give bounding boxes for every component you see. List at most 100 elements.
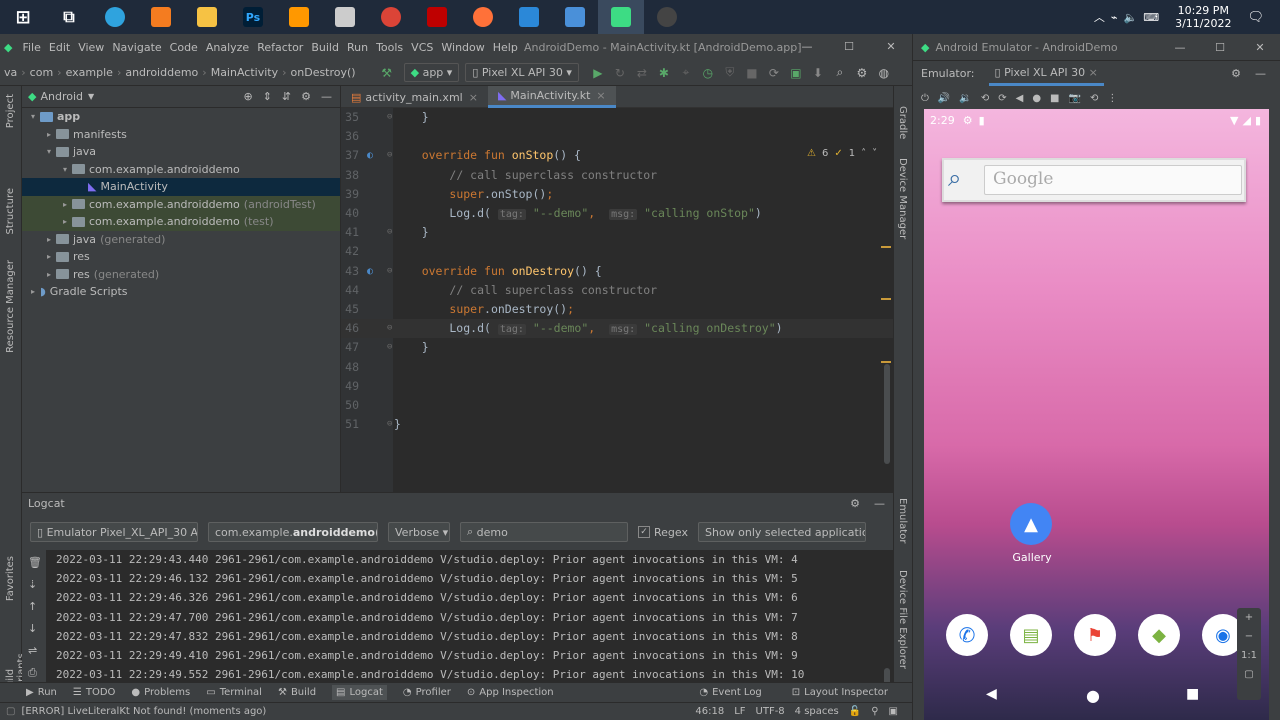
- print-icon[interactable]: ⎙: [28, 666, 37, 680]
- stop-icon[interactable]: ■: [741, 66, 763, 80]
- menu-code[interactable]: Code: [166, 41, 202, 54]
- resource-manager-tool-tab[interactable]: Resource Manager: [5, 260, 16, 353]
- tab-main-activity-kt[interactable]: ◣ MainActivity.kt ×: [487, 86, 616, 108]
- log-line[interactable]: 2022-03-11 22:29:49.410 2961-2961/com.ex…: [56, 646, 798, 665]
- device-select[interactable]: ▯ Pixel XL API 30 ▾: [465, 63, 579, 82]
- indent-setting[interactable]: 4 spaces: [795, 706, 839, 717]
- code-line[interactable]: 43 override fun onDestroy() {◐ ⊖: [341, 262, 893, 281]
- collapse-all-icon[interactable]: ⇵: [282, 90, 291, 103]
- photos-icon[interactable]: [552, 0, 598, 34]
- menu-navigate[interactable]: Navigate: [108, 41, 165, 54]
- maximize-button[interactable]: ☐: [1200, 41, 1240, 54]
- tab-pixel-xl[interactable]: ▯ Pixel XL API 30 ×: [988, 62, 1104, 86]
- close-tab-icon[interactable]: ×: [1089, 66, 1098, 79]
- hide-icon[interactable]: —: [874, 497, 885, 510]
- zoom-actual-label[interactable]: 1:1: [1241, 650, 1257, 661]
- log-level-dropdown[interactable]: Verbose ▾: [388, 522, 450, 542]
- breadcrumb-item[interactable]: onDestroy(): [287, 66, 360, 79]
- expand-all-icon[interactable]: ⇕: [263, 90, 272, 103]
- tool-run[interactable]: ▶ Run: [26, 685, 57, 700]
- project-tree-item[interactable]: ▸ com.example.androiddemo (test): [22, 213, 340, 231]
- warning-marker[interactable]: [881, 361, 891, 363]
- memory-icon[interactable]: ▣: [889, 706, 898, 717]
- gallery-icon[interactable]: ▲: [1010, 503, 1052, 545]
- apply-changes-icon[interactable]: ⇄: [631, 66, 653, 80]
- volume-icon[interactable]: 🔈: [1123, 11, 1137, 24]
- keyboard-icon[interactable]: ⌨: [1143, 11, 1159, 24]
- breadcrumb-item[interactable]: androiddemo: [121, 66, 202, 79]
- close-tab-icon[interactable]: ×: [469, 91, 478, 104]
- collapsed-arrow-icon[interactable]: ▸: [58, 200, 72, 209]
- project-tree-item[interactable]: ▾ app: [22, 108, 340, 126]
- collapsed-arrow-icon[interactable]: ▸: [42, 252, 56, 261]
- volume-up-icon[interactable]: 🔊: [938, 93, 950, 104]
- menu-tools[interactable]: Tools: [372, 41, 407, 54]
- chrome-icon[interactable]: [368, 0, 414, 34]
- log-line[interactable]: 2022-03-11 22:29:43.440 2961-2961/com.ex…: [56, 550, 798, 569]
- fit-screen-icon[interactable]: ▢: [1244, 669, 1253, 680]
- filezilla-icon[interactable]: [414, 0, 460, 34]
- edge-icon[interactable]: [92, 0, 138, 34]
- status-message[interactable]: [ERROR] LiveLiteralKt Not found! (moment…: [21, 706, 266, 717]
- line-separator[interactable]: LF: [734, 706, 745, 717]
- snapshot-icon[interactable]: ⟲: [1090, 93, 1098, 104]
- breadcrumb-item[interactable]: example: [62, 66, 117, 79]
- code-line[interactable]: 50: [341, 396, 893, 415]
- expanded-arrow-icon[interactable]: ▾: [58, 165, 72, 174]
- chevron-up-icon[interactable]: ˄: [861, 148, 866, 159]
- settings-icon[interactable]: ⚙: [851, 66, 873, 80]
- project-tree-item[interactable]: ▸ res: [22, 248, 340, 266]
- project-view-select[interactable]: Android: [40, 90, 83, 103]
- tool-terminal[interactable]: ▭ Terminal: [206, 685, 262, 700]
- tab-activity-main-xml[interactable]: ▤ activity_main.xml ×: [341, 86, 488, 108]
- androidstudio-icon[interactable]: [598, 0, 644, 34]
- hide-icon[interactable]: —: [321, 90, 332, 103]
- attach-debugger-icon[interactable]: ⌖: [675, 65, 697, 80]
- google-search-widget[interactable]: ⌕ Google: [942, 158, 1246, 202]
- hide-icon[interactable]: —: [1255, 67, 1266, 80]
- menu-run[interactable]: Run: [343, 41, 372, 54]
- project-tree-item[interactable]: ▸ com.example.androiddemo (androidTest): [22, 195, 340, 213]
- tool-problems[interactable]: ● Problems: [131, 685, 190, 700]
- project-tool-tab[interactable]: Project: [5, 94, 16, 128]
- collapsed-arrow-icon[interactable]: ▸: [42, 235, 56, 244]
- menu-help[interactable]: Help: [489, 41, 522, 54]
- code-line[interactable]: 48: [341, 358, 893, 377]
- firefox-icon[interactable]: [460, 0, 506, 34]
- rotate-left-icon[interactable]: ⟲: [981, 93, 989, 104]
- logcat-search-input[interactable]: ⌕ demo: [460, 522, 628, 542]
- breadcrumb-item[interactable]: com: [26, 66, 58, 79]
- device-manager-tool-tab[interactable]: Device Manager: [897, 158, 908, 239]
- filter-dropdown[interactable]: Show only selected application ▾: [697, 522, 866, 542]
- more-icon[interactable]: ⋮: [1107, 93, 1117, 104]
- code-line[interactable]: 47 } ⊖: [341, 338, 893, 357]
- gear-icon[interactable]: ⚙: [850, 497, 860, 510]
- project-tree-item[interactable]: ◣ MainActivity: [22, 178, 340, 196]
- phone-icon[interactable]: ✆: [946, 614, 988, 656]
- app-icon[interactable]: [322, 0, 368, 34]
- taskview-icon[interactable]: ⧉: [46, 0, 92, 34]
- menu-view[interactable]: View: [74, 41, 108, 54]
- fold-icon[interactable]: ⊖: [387, 415, 392, 434]
- network-icon[interactable]: ⌁: [1111, 11, 1118, 24]
- code-line[interactable]: 41 } ⊖: [341, 223, 893, 242]
- project-tree-item[interactable]: ▸ manifests: [22, 126, 340, 144]
- sdk-manager-icon[interactable]: ⬇: [807, 66, 829, 80]
- run-config-select[interactable]: ◆ app ▾: [403, 63, 460, 82]
- menu-window[interactable]: Window: [437, 41, 488, 54]
- project-tree-item[interactable]: ▸ ◗ Gradle Scripts: [22, 283, 340, 301]
- project-tree-item[interactable]: ▾ com.example.androiddemo: [22, 161, 340, 179]
- start-icon[interactable]: ⊞: [0, 0, 46, 34]
- log-line[interactable]: 2022-03-11 22:29:47.700 2961-2961/com.ex…: [56, 608, 798, 627]
- file-encoding[interactable]: UTF-8: [756, 706, 785, 717]
- gear-icon[interactable]: ⚙: [301, 90, 311, 103]
- menu-vcs[interactable]: VCS: [407, 41, 437, 54]
- gradle-tool-tab[interactable]: Gradle: [897, 106, 908, 139]
- profile-icon[interactable]: ◷: [697, 66, 719, 80]
- caret-position[interactable]: 46:18: [695, 706, 724, 717]
- close-tab-icon[interactable]: ×: [596, 89, 605, 102]
- menu-edit[interactable]: Edit: [45, 41, 74, 54]
- maximize-button[interactable]: ☐: [828, 34, 870, 60]
- explorer-icon[interactable]: [184, 0, 230, 34]
- trash-icon[interactable]: 🗑: [28, 556, 42, 569]
